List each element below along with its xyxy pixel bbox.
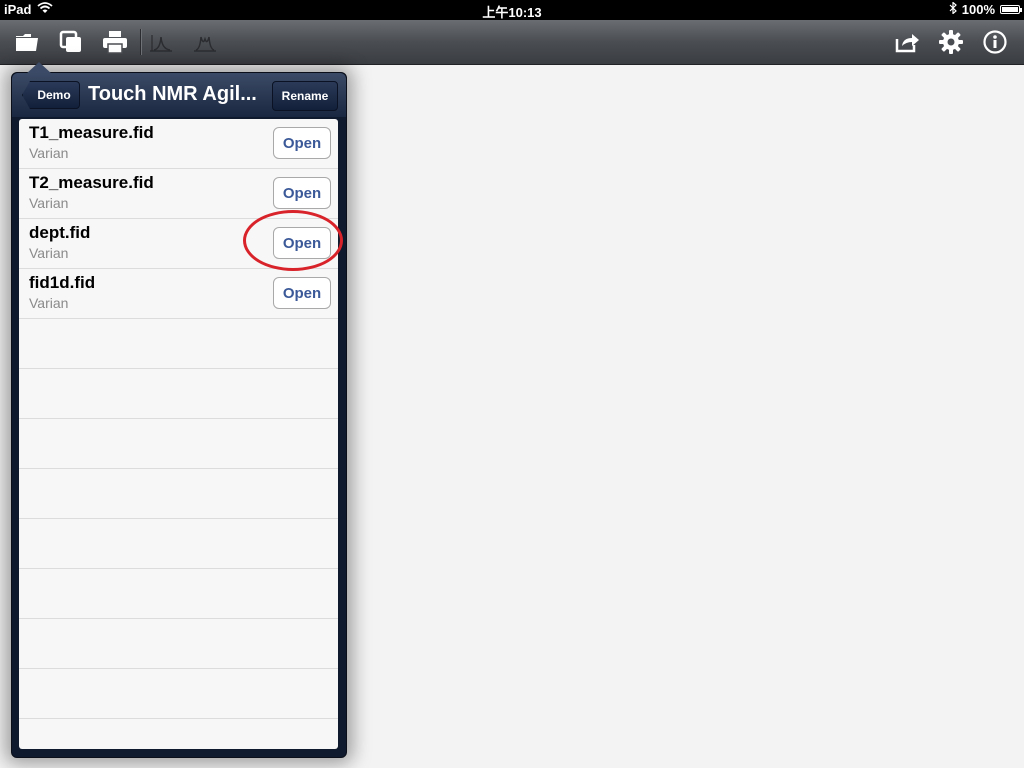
status-time: 上午10:13 [482, 5, 542, 20]
open-button[interactable]: Open [273, 177, 331, 209]
back-button[interactable]: Demo [22, 81, 80, 109]
multiplet-icon[interactable] [190, 27, 220, 57]
info-icon[interactable] [980, 27, 1010, 57]
file-vendor: Varian [29, 245, 69, 261]
gear-icon[interactable] [936, 27, 966, 57]
file-browser-popover: Demo Touch NMR Agil... Rename T1_measure… [11, 62, 347, 758]
empty-row [19, 569, 338, 619]
file-vendor: Varian [29, 145, 69, 161]
battery-icon [1000, 5, 1022, 14]
print-icon[interactable] [100, 27, 130, 57]
share-icon[interactable] [892, 27, 922, 57]
file-name: T2_measure.fid [29, 173, 154, 192]
open-button[interactable]: Open [273, 127, 331, 159]
peak-icon[interactable] [146, 27, 176, 57]
file-row[interactable]: T1_measure.fid Varian Open [19, 119, 338, 169]
highlight-circle [243, 210, 343, 271]
empty-row [19, 619, 338, 669]
rename-button[interactable]: Rename [272, 81, 338, 111]
empty-row [19, 319, 338, 369]
empty-row [19, 369, 338, 419]
empty-row [19, 419, 338, 469]
file-row[interactable]: fid1d.fid Varian Open [19, 269, 338, 319]
file-name: dept.fid [29, 223, 91, 242]
file-name: T1_measure.fid [29, 123, 154, 142]
file-vendor: Varian [29, 195, 69, 211]
file-vendor: Varian [29, 295, 69, 311]
bluetooth-icon [949, 1, 957, 17]
status-bar: iPad 上午10:13 100% [0, 0, 1024, 20]
empty-row [19, 669, 338, 719]
popover-title: Touch NMR Agil... [88, 83, 257, 105]
popover-header: Demo Touch NMR Agil... Rename [12, 73, 346, 117]
empty-row [19, 719, 338, 749]
open-button[interactable]: Open [273, 277, 331, 309]
toolbar [0, 20, 1024, 65]
file-name: fid1d.fid [29, 273, 96, 292]
battery-percent: 100% [961, 2, 995, 17]
toolbar-separator [140, 29, 141, 55]
empty-row [19, 469, 338, 519]
copy-icon[interactable] [56, 27, 86, 57]
empty-row [19, 519, 338, 569]
folder-icon[interactable] [12, 27, 42, 57]
